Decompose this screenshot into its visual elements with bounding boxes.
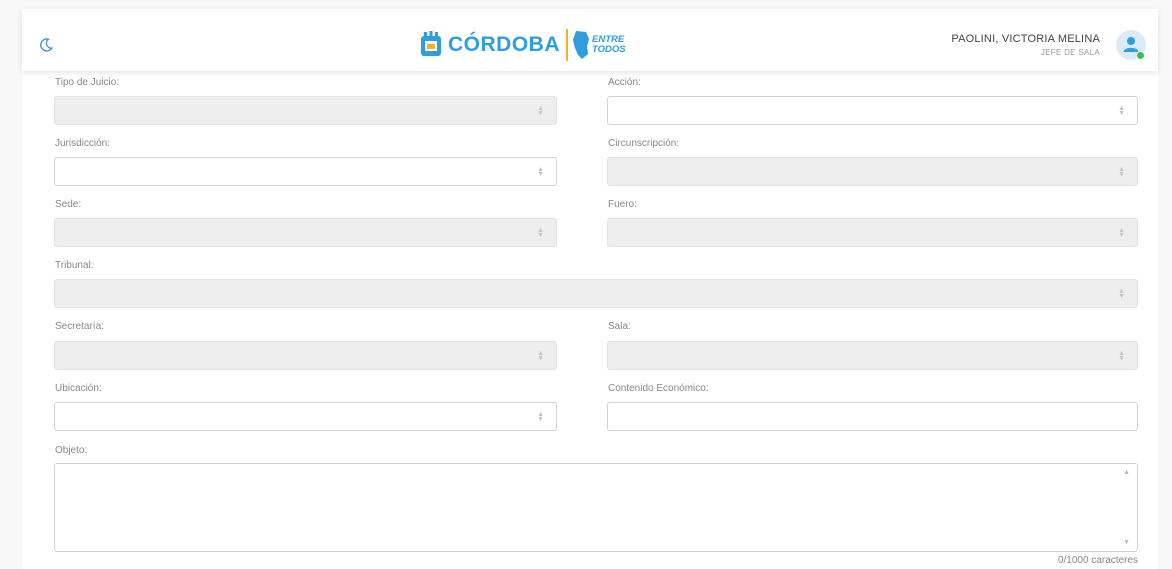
province-map-icon <box>573 31 589 59</box>
fuero-select[interactable]: ▲ ▼ <box>607 218 1138 247</box>
sede-label: Sede: <box>55 199 82 210</box>
character-counter: 0/1000 caracteres <box>1057 555 1138 566</box>
select-arrows-icon: ▲ ▼ <box>537 411 544 423</box>
tribunal-select[interactable]: ▲ ▼ <box>54 279 1138 308</box>
objeto-textarea[interactable]: ▲ ▼ <box>54 463 1138 552</box>
user-name: PAOLINI, VICTORIA MELINA <box>951 33 1100 45</box>
secretaria-label: Secretaría: <box>55 321 104 332</box>
select-arrows-icon: ▲ ▼ <box>537 105 544 117</box>
jurisdiccion-label: Jurisdicción: <box>55 138 111 149</box>
sede-select[interactable]: ▲ ▼ <box>54 218 557 247</box>
contenido-economico-input[interactable] <box>607 402 1138 431</box>
user-avatar[interactable] <box>1116 30 1146 60</box>
contenido-economico-label: Contenido Económico: <box>608 383 709 394</box>
coat-of-arms-icon <box>421 31 441 56</box>
select-arrows-icon: ▲ ▼ <box>1118 105 1125 117</box>
sala-select[interactable]: ▲ ▼ <box>607 341 1138 370</box>
circunscripcion-select[interactable]: ▲ ▼ <box>607 157 1138 186</box>
tagline-line-2: TODOS <box>592 44 626 55</box>
circunscripcion-label: Circunscripción: <box>608 138 680 149</box>
sala-label: Sala: <box>608 321 631 332</box>
scroll-up-icon[interactable]: ▲ <box>1123 469 1130 476</box>
brand-tagline: ENTRE TODOS <box>592 35 626 55</box>
select-arrows-icon: ▲ ▼ <box>1118 166 1125 178</box>
brand-name: CÓRDOBA <box>448 33 560 56</box>
select-arrows-icon: ▲ ▼ <box>537 166 544 178</box>
ubicacion-label: Ubicación: <box>55 383 102 394</box>
accion-label: Acción: <box>608 77 641 88</box>
secretaria-select[interactable]: ▲ ▼ <box>54 341 557 370</box>
select-arrows-icon: ▲ ▼ <box>537 227 544 239</box>
online-status-dot <box>1136 51 1145 60</box>
jurisdiccion-select[interactable]: ▲ ▼ <box>54 157 557 186</box>
user-role: JEFE DE SALA <box>1040 48 1100 57</box>
moon-icon[interactable] <box>38 37 54 53</box>
scroll-down-icon[interactable]: ▼ <box>1123 539 1130 546</box>
accion-select[interactable]: ▲ ▼ <box>607 96 1138 125</box>
brand-separator <box>566 29 568 61</box>
select-arrows-icon: ▲ ▼ <box>1118 288 1125 300</box>
select-arrows-icon: ▲ ▼ <box>1118 227 1125 239</box>
top-header: CÓRDOBA ENTRE TODOS PAOLINI, VICTORIA ME… <box>22 9 1158 71</box>
tribunal-label: Tribunal: <box>55 260 94 271</box>
fuero-label: Fuero: <box>608 199 637 210</box>
ubicacion-select[interactable]: ▲ ▼ <box>54 402 557 431</box>
tipo-juicio-select[interactable]: ▲ ▼ <box>54 96 557 125</box>
tipo-juicio-label: Tipo de Juicio: <box>55 77 120 88</box>
objeto-label: Objeto: <box>55 445 88 456</box>
brand-logo: CÓRDOBA ENTRE TODOS <box>418 27 626 63</box>
select-arrows-icon: ▲ ▼ <box>537 350 544 362</box>
select-arrows-icon: ▲ ▼ <box>1118 350 1125 362</box>
